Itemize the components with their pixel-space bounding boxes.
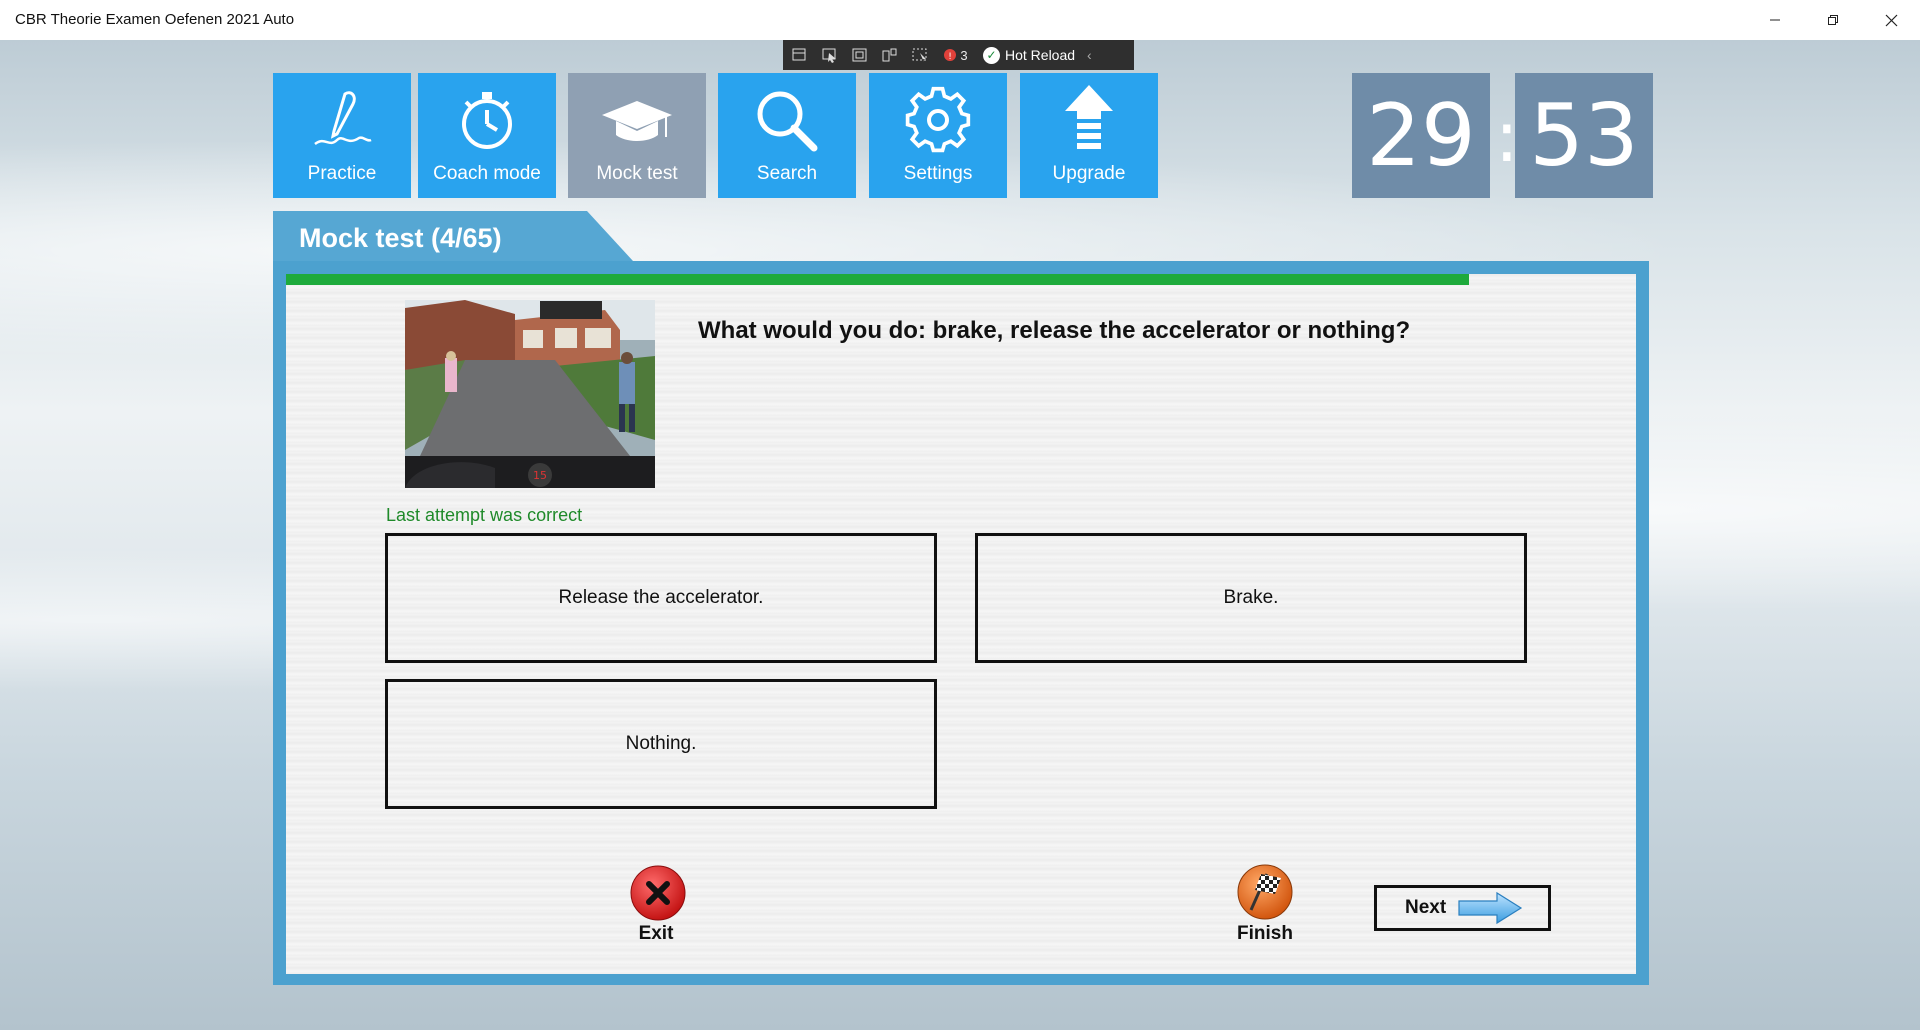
nav-tile-search[interactable]: Search: [718, 73, 856, 198]
hot-reload-status[interactable]: ✓ Hot Reload: [983, 46, 1076, 64]
exit-x-icon: [630, 865, 686, 921]
binding-errors-indicator[interactable]: ! 3: [937, 45, 973, 65]
question-photo: 15: [405, 300, 655, 488]
track-focus-icon: [882, 48, 897, 62]
error-count: 3: [960, 47, 968, 63]
minimize-icon: [1770, 19, 1780, 21]
finish-button[interactable]: [1237, 864, 1293, 920]
pen-signature-icon: [273, 83, 411, 158]
panel-header-tab: Mock test (4/65): [273, 211, 633, 261]
collapse-chevron-icon[interactable]: ‹: [1087, 47, 1092, 63]
xaml-debug-toolbar: ! 3 ✓ Hot Reload ‹: [783, 40, 1134, 70]
binding-icon: [912, 48, 927, 62]
error-badge-icon: !: [944, 49, 957, 62]
exit-button[interactable]: [630, 865, 686, 921]
nav-tile-mock-test[interactable]: Mock test: [568, 73, 706, 198]
svg-text:!: !: [949, 52, 953, 62]
timer-seconds: 53: [1515, 73, 1653, 198]
nav-tile-label: Upgrade: [1052, 163, 1126, 184]
answer-label: Nothing.: [625, 733, 697, 754]
speedometer-readout: 15: [533, 469, 547, 482]
checkmark-icon: ✓: [983, 46, 1000, 64]
answer-label: Release the accelerator.: [558, 587, 764, 608]
timer-minutes: 29: [1352, 73, 1490, 198]
nav-tile-label: Coach mode: [433, 163, 541, 184]
progress-bar: [286, 274, 1469, 285]
graduation-cap-icon: [568, 83, 706, 158]
answer-option-brake[interactable]: Brake.: [975, 533, 1527, 663]
last-attempt-feedback: Last attempt was correct: [386, 505, 583, 525]
magnifier-icon: [718, 83, 856, 158]
hot-reload-label: Hot Reload: [1005, 47, 1076, 63]
live-visual-tree-button[interactable]: [787, 45, 813, 65]
nav-tile-upgrade[interactable]: Upgrade: [1020, 73, 1158, 198]
exit-label[interactable]: Exit: [606, 923, 706, 945]
visual-tree-icon: [792, 48, 806, 61]
select-pointer-icon: [822, 48, 836, 63]
binding-failures-button[interactable]: [907, 45, 933, 65]
arrow-right-icon: [1458, 891, 1523, 925]
answer-option-release-accelerator[interactable]: Release the accelerator.: [385, 533, 937, 663]
window-title-bar: CBR Theorie Examen Oefenen 2021 Auto: [0, 0, 1920, 40]
finish-label[interactable]: Finish: [1215, 923, 1315, 945]
display-layout-adorners-button[interactable]: [847, 45, 873, 65]
nav-tile-practice[interactable]: Practice: [273, 73, 411, 198]
restore-icon: [1828, 15, 1838, 25]
nav-tile-label: Search: [756, 163, 818, 184]
next-button[interactable]: Next: [1374, 885, 1551, 931]
answer-label: Brake.: [1223, 587, 1279, 608]
nav-tile-settings[interactable]: Settings: [869, 73, 1007, 198]
select-element-button[interactable]: [817, 45, 843, 65]
layout-adorner-icon: [852, 48, 867, 62]
checkered-flag-icon: [1237, 864, 1293, 920]
next-label: Next: [1405, 897, 1447, 918]
track-focus-button[interactable]: [877, 45, 903, 65]
question-text: What would you do: brake, release the ac…: [698, 317, 1411, 344]
minimize-button[interactable]: [1747, 0, 1803, 40]
upload-arrow-icon: [1020, 83, 1158, 158]
close-icon: [1885, 14, 1897, 26]
nav-tile-label: Mock test: [596, 163, 678, 184]
stopwatch-icon: [418, 83, 556, 158]
answer-option-nothing[interactable]: Nothing.: [385, 679, 937, 809]
restore-button[interactable]: [1805, 0, 1861, 40]
nav-tile-coach-mode[interactable]: Coach mode: [418, 73, 556, 198]
panel-title: Mock test (4/65): [299, 223, 502, 253]
close-button[interactable]: [1863, 0, 1919, 40]
window-title: CBR Theorie Examen Oefenen 2021 Auto: [15, 11, 295, 28]
nav-tile-label: Practice: [307, 163, 377, 184]
nav-tile-label: Settings: [903, 163, 973, 184]
gear-icon: [869, 83, 1007, 158]
